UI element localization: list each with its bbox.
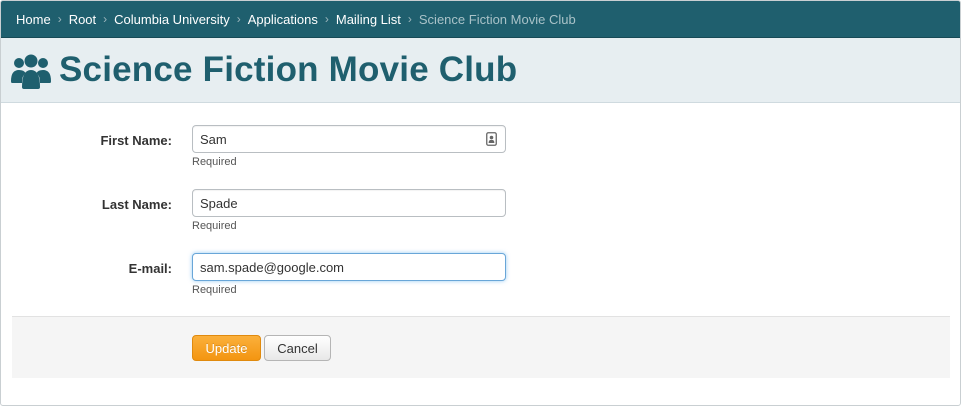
breadcrumb-separator-icon: › — [103, 12, 108, 26]
breadcrumb-applications[interactable]: Applications — [248, 12, 318, 27]
contact-card-icon[interactable] — [486, 132, 497, 146]
first-name-required-hint: Required — [192, 156, 237, 168]
breadcrumb-separator-icon: › — [57, 12, 62, 26]
email-required-hint: Required — [192, 284, 237, 296]
breadcrumb-current: Science Fiction Movie Club — [418, 11, 576, 27]
breadcrumb-home[interactable]: Home — [16, 12, 51, 27]
users-icon — [11, 54, 51, 89]
last-name-wrapper — [192, 189, 506, 217]
email-wrapper — [192, 253, 506, 281]
breadcrumb-separator-icon: › — [407, 12, 412, 26]
email-input[interactable] — [192, 253, 506, 281]
first-name-input[interactable] — [192, 125, 506, 153]
last-name-label: Last Name: — [101, 197, 172, 212]
email-label: E-mail: — [128, 261, 172, 276]
form-actions: Update Cancel — [12, 316, 950, 378]
mailing-list-form: First Name: Required Last Name: Required… — [1, 103, 960, 318]
page-title: Science Fiction Movie Club — [59, 50, 518, 89]
first-name-wrapper — [192, 125, 506, 153]
page-header: Science Fiction Movie Club — [1, 38, 960, 103]
last-name-required-hint: Required — [192, 220, 237, 232]
breadcrumb: Home › Root › Columbia University › Appl… — [1, 1, 960, 38]
update-button[interactable]: Update — [192, 335, 261, 361]
breadcrumb-columbia-university[interactable]: Columbia University — [114, 12, 230, 27]
breadcrumb-mailing-list[interactable]: Mailing List — [336, 12, 401, 27]
app-window: Home › Root › Columbia University › Appl… — [0, 0, 961, 406]
cancel-button[interactable]: Cancel — [264, 335, 331, 361]
breadcrumb-separator-icon: › — [236, 12, 241, 26]
last-name-input[interactable] — [192, 189, 506, 217]
breadcrumb-root[interactable]: Root — [69, 12, 96, 27]
first-name-label: First Name: — [100, 133, 172, 148]
breadcrumb-separator-icon: › — [324, 12, 329, 26]
